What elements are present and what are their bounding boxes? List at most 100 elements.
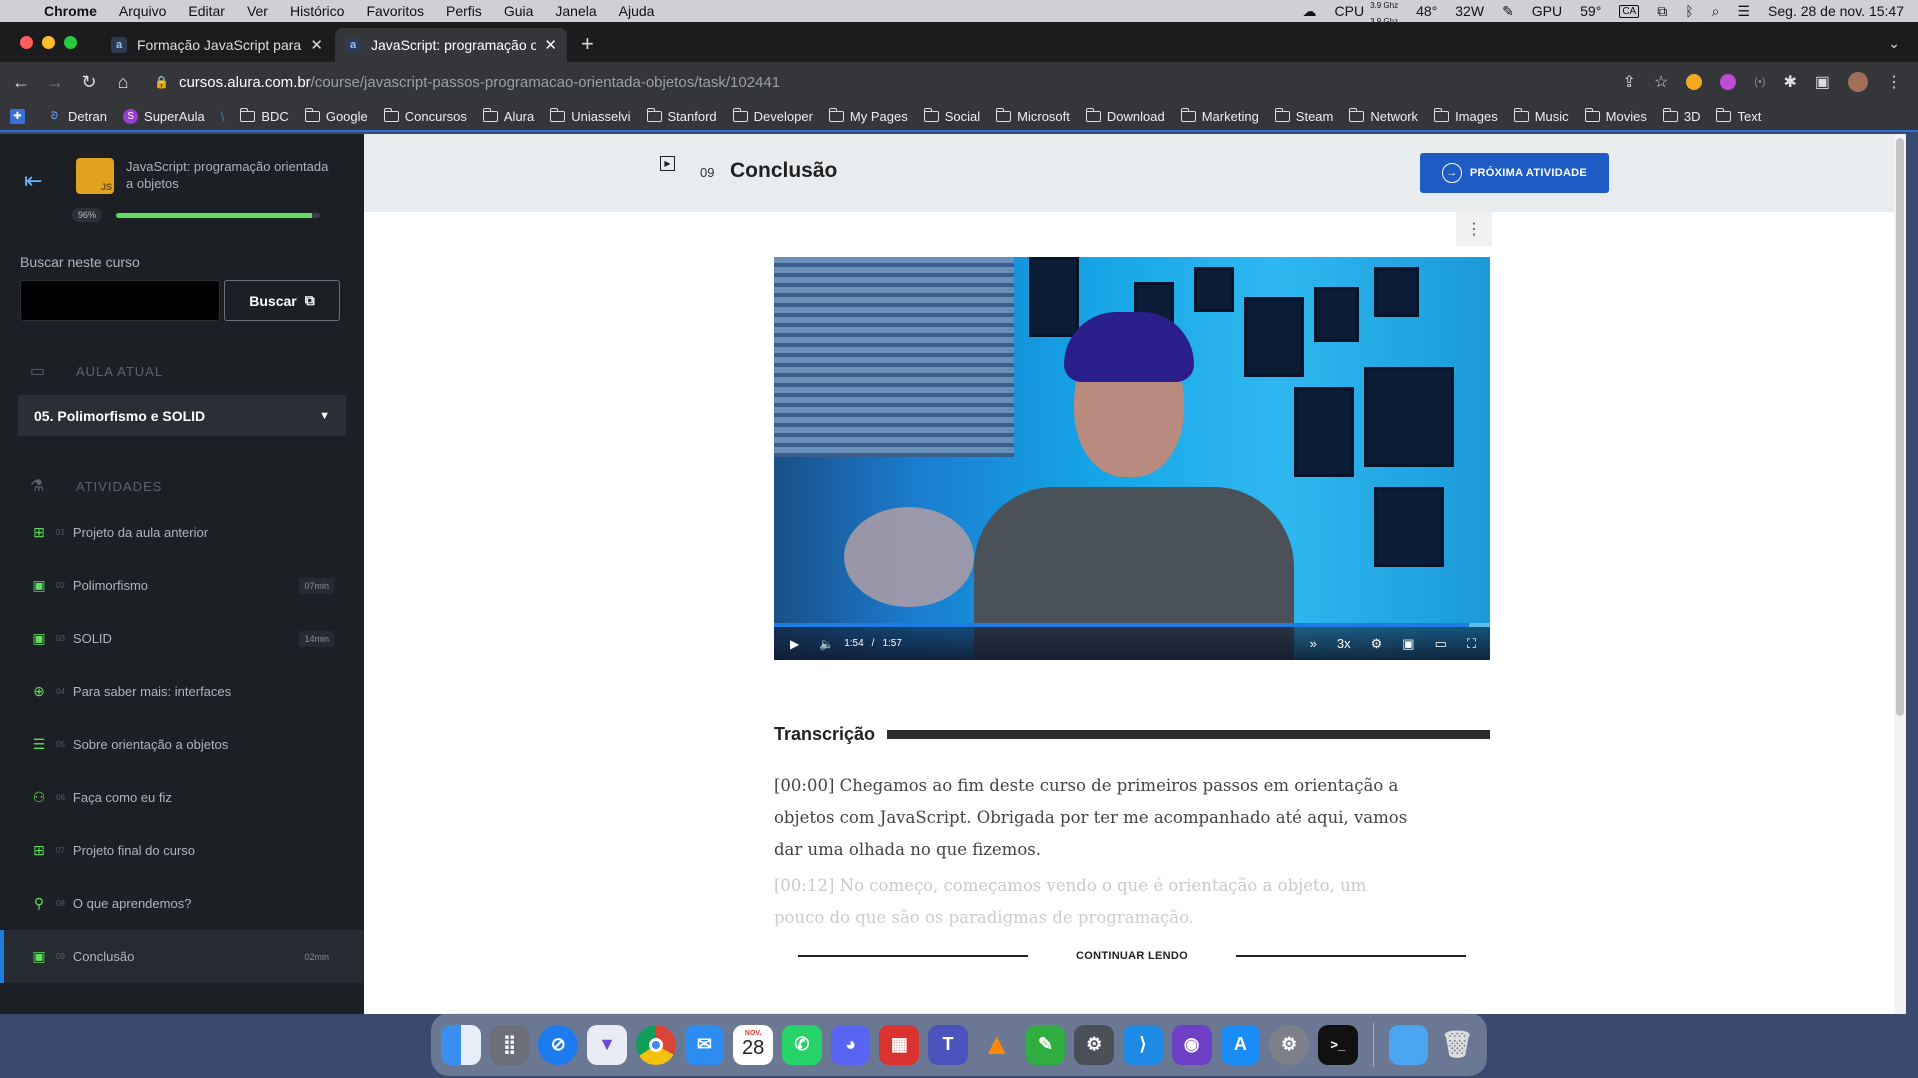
bookmark-microsoft[interactable]: Microsoft — [996, 107, 1070, 124]
bookmark-images[interactable]: Images — [1434, 107, 1498, 124]
activity-item[interactable]: ⊕ 04 Para saber mais: interfaces — [0, 665, 364, 718]
search-icon[interactable]: ⌕ — [1712, 3, 1720, 20]
gpu-temp[interactable]: 59° — [1580, 3, 1601, 19]
vpn-icon[interactable]: ▼ — [587, 1024, 627, 1065]
bookmark-3d[interactable]: 3D — [1662, 107, 1700, 124]
bookmark-detran[interactable]: ᘐ Detran — [47, 109, 107, 124]
bookmark-movies[interactable]: Movies — [1584, 107, 1647, 124]
scrollbar-thumb[interactable] — [1896, 138, 1904, 716]
menu-chrome[interactable]: Chrome — [44, 3, 97, 19]
menu-arquivo[interactable]: Arquivo — [119, 3, 166, 19]
theater-mode-icon[interactable]: ▭ — [1435, 636, 1447, 652]
input-source[interactable]: CA — [1619, 4, 1640, 18]
video-seek-bar[interactable] — [774, 623, 1490, 627]
video-player[interactable]: ▶ 🔈 1:54 / 1:57 » 3x ⚙ ▣ ▭ ⛶ — [774, 257, 1490, 660]
search-input[interactable] — [20, 280, 220, 321]
app-store-icon[interactable]: A — [1220, 1024, 1261, 1065]
settings-icon[interactable]: ⚙ — [1371, 636, 1383, 652]
star-icon[interactable]: ☆ — [1654, 72, 1668, 92]
extension-icon[interactable] — [1686, 74, 1703, 90]
menu-editar[interactable]: Editar — [188, 3, 225, 19]
bookmark-pin[interactable]: ✚ — [10, 108, 31, 124]
vscode-icon[interactable]: ⟩ — [1123, 1024, 1163, 1065]
collapse-menu-icon[interactable]: ⇤ — [24, 168, 56, 194]
page-scrollbar[interactable] — [1894, 134, 1906, 1014]
activity-item-current[interactable]: ▣ 09 Conclusão 02min — [0, 930, 364, 983]
close-tab-icon[interactable]: ✕ — [310, 36, 323, 54]
home-icon[interactable]: ⌂ — [110, 72, 136, 93]
finder-icon[interactable] — [441, 1024, 481, 1065]
continue-reading[interactable]: CONTINUAR LENDO — [774, 950, 1490, 962]
bookmark-text[interactable]: Text — [1716, 107, 1761, 124]
close-window-icon[interactable] — [20, 36, 33, 49]
activity-item[interactable]: ⚲ 08 O que aprendemos? — [0, 877, 364, 930]
folder-icon[interactable] — [1388, 1024, 1429, 1065]
menu-perfis[interactable]: Perfis — [446, 3, 482, 19]
activity-item[interactable]: ▣ 02 Polimorfismo 07min — [0, 559, 364, 612]
next-activity-button[interactable]: → PRÓXIMA ATIVIDADE — [1420, 153, 1609, 193]
window-icon[interactable]: ⧉ — [1657, 3, 1667, 20]
tab-formacao[interactable]: a Formação JavaScript para back-end ✕ — [101, 28, 333, 62]
bookmark-download[interactable]: Download — [1085, 107, 1165, 124]
more-options-icon[interactable]: ⋮ — [1456, 212, 1492, 246]
puzzle-icon[interactable]: ✱ — [1783, 72, 1796, 92]
pen-app-icon[interactable]: ✎ — [1025, 1024, 1066, 1065]
bookmark-alura[interactable]: Alura — [482, 107, 534, 124]
system-settings-icon[interactable]: ⚙ — [1269, 1024, 1309, 1065]
activity-item[interactable]: ⊞ 07 Projeto final do curso — [0, 824, 364, 877]
trash-icon[interactable]: 🗑 — [1437, 1025, 1477, 1065]
play-icon[interactable]: ▶ — [790, 637, 799, 651]
volume-icon[interactable]: 🔈 — [819, 637, 834, 651]
bookmark-bdc[interactable]: BDC — [240, 107, 289, 124]
reload-icon[interactable]: ↻ — [76, 72, 102, 93]
mail-icon[interactable]: ✉ — [684, 1024, 725, 1065]
share-icon[interactable]: ⇪ — [1623, 72, 1636, 92]
activity-item[interactable]: ⚇ 06 Faça como eu fiz — [0, 771, 364, 824]
clock[interactable]: Seg. 28 de nov. 15:47 — [1768, 3, 1904, 19]
url-bar[interactable]: 🔒 cursos.alura.com.br/course/javascript-… — [154, 74, 780, 91]
forward-icon[interactable]: → — [42, 72, 68, 93]
launchpad-icon[interactable]: ⣿ — [489, 1024, 530, 1065]
bookmark-uniasselvi[interactable]: Uniasselvi — [550, 107, 631, 124]
menu-favoritos[interactable]: Favoritos — [366, 3, 424, 19]
close-tab-icon[interactable]: ✕ — [544, 36, 557, 54]
cpu-temp[interactable]: 48° — [1416, 3, 1437, 19]
feather-icon[interactable]: ✎ — [1502, 3, 1514, 20]
back-icon[interactable]: ← — [8, 72, 34, 93]
lesson-select[interactable]: 05. Polimorfismo e SOLID ▼ — [18, 395, 346, 436]
fullscreen-icon[interactable]: ⛶ — [1467, 636, 1476, 652]
activity-item[interactable]: ☰ 05 Sobre orientação a objetos — [0, 718, 364, 771]
tab-javascript[interactable]: a JavaScript: programação orientada a ob… — [335, 28, 567, 62]
bluetooth-icon[interactable]: ᛒ — [1685, 3, 1693, 19]
disk-utility-icon[interactable]: ⚙ — [1074, 1024, 1115, 1065]
github-icon[interactable]: ◉ — [1171, 1024, 1212, 1065]
power-watts[interactable]: 32W — [1455, 3, 1484, 19]
activity-item[interactable]: ⊞ 01 Projeto da aula anterior — [0, 506, 364, 559]
teams-icon[interactable]: T — [928, 1024, 968, 1065]
activity-item[interactable]: ▣ 03 SOLID 14min — [0, 612, 364, 665]
bookmark-stanford[interactable]: Stanford — [646, 107, 717, 124]
bookmark-music[interactable]: Music — [1513, 107, 1569, 124]
pip-icon[interactable]: ▣ — [1402, 636, 1414, 652]
bookmark-superaula[interactable]: S SuperAula — [123, 108, 205, 124]
discord-icon[interactable]: ◕ — [830, 1024, 871, 1065]
bookmark-network[interactable]: Network — [1349, 107, 1418, 124]
terminal-icon[interactable]: >_ — [1317, 1024, 1358, 1065]
extension-icon[interactable] — [1720, 74, 1737, 90]
menu-ver[interactable]: Ver — [247, 3, 268, 19]
vlc-icon[interactable]: ▲ — [977, 1025, 1017, 1065]
menu-historico[interactable]: Histórico — [290, 3, 344, 19]
menu-guia[interactable]: Guia — [504, 3, 534, 19]
lock-icon[interactable]: 🔒 — [154, 75, 169, 89]
gpu-label[interactable]: GPU — [1532, 3, 1562, 19]
extension-icon[interactable]: (•) — [1754, 76, 1765, 88]
calendar-icon[interactable]: NOV. 28 — [733, 1024, 774, 1065]
bookmark-marketing[interactable]: Marketing — [1180, 107, 1259, 124]
bookmark-social[interactable]: Social — [923, 107, 980, 124]
course-title[interactable]: JavaScript: programação orientada a obje… — [126, 158, 336, 192]
avatar[interactable] — [1848, 72, 1868, 92]
new-tab-icon[interactable]: + — [581, 31, 594, 57]
search-button[interactable]: Buscar ⧉ — [224, 280, 340, 321]
menu-ajuda[interactable]: Ajuda — [619, 3, 655, 19]
playback-speed[interactable]: 3x — [1337, 636, 1351, 651]
